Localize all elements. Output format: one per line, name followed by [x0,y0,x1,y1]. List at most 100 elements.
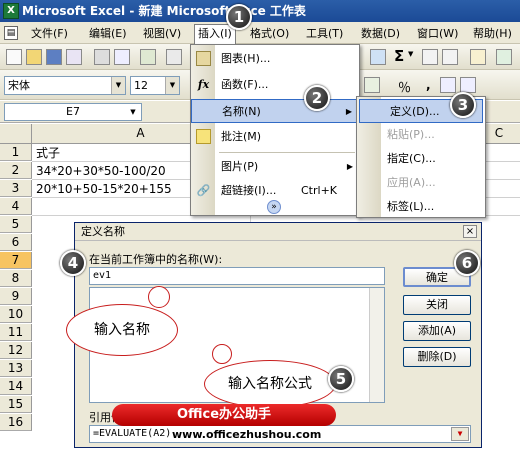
row-header[interactable]: 15 [0,396,32,413]
row-header[interactable]: 9 [0,288,32,305]
menu-item-label-range[interactable]: 标签(L)... [357,195,485,219]
menu-tools[interactable]: 工具(T) [303,25,346,42]
drawing-icon[interactable] [496,49,512,65]
name-input[interactable]: ev1 [89,267,385,285]
menu-item-label: 批注(M) [221,130,262,143]
title-bar: X Microsoft Excel - 新建 Microsoft Exce 工作… [0,0,520,22]
dialog-title-bar: 定义名称 × [75,223,481,241]
name-box[interactable]: E7 ▼ [4,103,142,121]
chart-wizard-icon[interactable] [470,49,486,65]
row-header-selected[interactable]: 7 [0,252,32,269]
menu-item-comment[interactable]: 批注(M) [191,125,359,149]
menu-window[interactable]: 窗口(W) [414,25,461,42]
row-header[interactable]: 5 [0,216,32,233]
names-label: 在当前工作簿中的名称(W): [89,253,223,266]
spelling-icon[interactable] [140,49,156,65]
menu-item-label: 超链接(I)... [221,184,277,197]
row-header[interactable]: 2 [0,162,32,179]
menu-item-chart[interactable]: 图表(H)... [191,47,359,71]
row-header[interactable]: 13 [0,360,32,377]
menu-item-function[interactable]: fx 函数(F)... [191,73,359,97]
font-name-select[interactable]: 宋体 ▼ [4,76,126,95]
save-icon[interactable] [46,49,62,65]
chart-icon [196,51,211,66]
open-icon[interactable] [26,49,42,65]
menu-view[interactable]: 视图(V) [140,25,184,42]
menu-item-paste[interactable]: 粘贴(P)... [357,123,485,147]
menu-help[interactable]: 帮助(H) [470,25,515,42]
decrease-decimal-icon[interactable] [460,77,476,93]
name-input-value: ev1 [93,270,112,281]
print-icon[interactable] [94,49,110,65]
menu-item-label: 图片(P) [221,160,259,173]
cell-a1[interactable]: 式子 [36,145,60,162]
excel-icon: X [3,3,19,19]
dialog-title: 定义名称 [81,225,125,238]
reference-input-value: =EVALUATE(A2) [93,428,172,439]
menu-item-name[interactable]: 名称(N) ▶ [191,99,359,123]
autosum-icon[interactable]: Σ [394,47,404,65]
row-header[interactable]: 12 [0,342,32,359]
submenu-arrow-icon: ▶ [345,107,352,116]
new-icon[interactable] [6,49,22,65]
chevron-down-icon: ▼ [165,77,179,94]
menu-bar: ▤ 文件(F) 编辑(E) 视图(V) 插入(I) 格式(O) 工具(T) 数据… [0,22,520,44]
close-icon[interactable]: × [463,225,477,238]
menu-format[interactable]: 格式(O) [247,25,292,42]
comment-icon [196,129,211,144]
menu-item-picture[interactable]: 图片(P) ▶ [191,155,359,179]
step-badge-6: 6 [454,250,480,276]
document-icon[interactable]: ▤ [4,26,18,40]
menu-item-label: 应用(A)... [387,176,436,189]
add-button[interactable]: 添加(A) [403,321,471,341]
currency-icon[interactable]: ％ [398,77,411,96]
submenu-arrow-icon: ▶ [346,162,353,171]
expand-menu-icon[interactable]: » [267,200,281,214]
menu-item-apply[interactable]: 应用(A)... [357,171,485,195]
comma-style-icon[interactable]: , [426,78,431,92]
step-badge-3: 3 [450,92,476,118]
step-badge-4: 4 [60,250,86,276]
step-badge-2: 2 [304,85,330,111]
row-header[interactable]: 8 [0,270,32,287]
cell-a2[interactable]: 34*20+30*50-100/20 [36,163,166,180]
menu-separator [219,152,355,153]
menu-item-label: 粘贴(P)... [387,128,435,141]
row-header[interactable]: 10 [0,306,32,323]
print-preview-icon[interactable] [114,49,130,65]
font-name-value: 宋体 [8,79,30,92]
chevron-down-icon[interactable]: ▼ [408,50,413,58]
sort-descending-icon[interactable] [442,49,458,65]
names-list-scrollbar[interactable] [369,288,384,402]
sort-ascending-icon[interactable] [422,49,438,65]
cut-icon[interactable] [166,49,182,65]
callout-tail [148,286,170,308]
menu-file[interactable]: 文件(F) [28,25,71,42]
menu-insert[interactable]: 插入(I) [194,24,236,44]
row-header[interactable]: 16 [0,414,32,431]
cell-a3[interactable]: 20*10+50-15*20+155 [36,181,172,198]
row-header[interactable]: 14 [0,378,32,395]
close-button[interactable]: 关闭 [403,295,471,315]
menu-item-label: 函数(F)... [221,78,269,91]
merge-center-icon[interactable] [364,77,380,93]
increase-decimal-icon[interactable] [440,77,456,93]
callout-enter-formula: 输入名称公式 [204,360,336,408]
menu-edit[interactable]: 编辑(E) [86,25,130,42]
row-header[interactable]: 6 [0,234,32,251]
delete-button[interactable]: 删除(D) [403,347,471,367]
row-header[interactable]: 11 [0,324,32,341]
select-all-corner[interactable] [0,124,32,143]
row-header[interactable]: 3 [0,180,32,197]
row-header[interactable]: 1 [0,144,32,161]
collapse-dialog-icon[interactable]: ▼ [451,427,469,441]
chevron-down-icon: ▼ [111,77,125,94]
permission-icon[interactable] [66,49,82,65]
research-icon[interactable] [370,49,386,65]
menu-item-label: 标签(L)... [387,200,435,213]
chevron-down-icon: ▼ [130,108,136,116]
menu-data[interactable]: 数据(D) [358,25,403,42]
menu-item-create[interactable]: 指定(C)... [357,147,485,171]
row-header[interactable]: 4 [0,198,32,215]
font-size-select[interactable]: 12 ▼ [130,76,180,95]
